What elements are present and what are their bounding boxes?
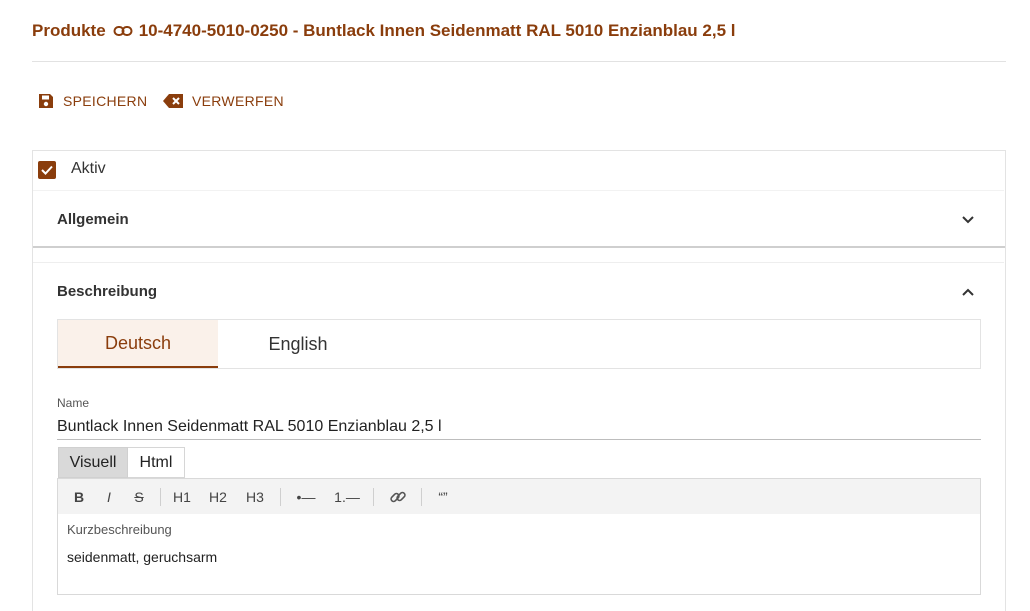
editor-tab-html[interactable]: Html xyxy=(128,447,185,478)
heading1-button[interactable]: H1 xyxy=(169,479,195,515)
checkmark-icon xyxy=(41,165,53,175)
header-divider xyxy=(32,61,1006,62)
name-input[interactable] xyxy=(57,415,981,440)
chevron-up-icon[interactable] xyxy=(961,284,975,302)
save-label: SPEICHERN xyxy=(63,93,148,109)
floppy-disk-icon xyxy=(39,94,53,108)
blockquote-button[interactable]: “” xyxy=(432,479,454,515)
section-description-border xyxy=(33,262,1004,263)
divider xyxy=(33,190,1004,191)
editor-placeholder: Kurzbeschreibung xyxy=(67,522,172,537)
discard-label: VERWERFEN xyxy=(192,93,284,109)
section-description-header[interactable]: Beschreibung xyxy=(57,283,157,300)
tab-deutsch[interactable]: Deutsch xyxy=(58,320,218,368)
italic-button[interactable]: I xyxy=(98,479,120,515)
breadcrumb-products[interactable]: Produkte xyxy=(32,21,106,41)
toolbar-separator xyxy=(421,488,422,506)
link-icon[interactable] xyxy=(113,24,133,38)
chevron-down-icon[interactable] xyxy=(961,212,975,230)
page-title: 10-4740-5010-0250 - Buntlack Innen Seide… xyxy=(138,21,736,40)
active-checkbox[interactable] xyxy=(38,161,56,179)
backspace-x-icon xyxy=(163,94,183,108)
discard-button[interactable]: VERWERFEN xyxy=(163,90,284,112)
editor-text[interactable]: seidenmatt, geruchsarm xyxy=(67,549,217,565)
toolbar-separator xyxy=(160,488,161,506)
ordered-list-button[interactable]: 1.— xyxy=(331,479,363,515)
heading2-button[interactable]: H2 xyxy=(205,479,231,515)
active-label: Aktiv xyxy=(71,160,106,177)
save-button[interactable]: SPEICHERN xyxy=(37,90,147,112)
link-button[interactable] xyxy=(387,479,409,515)
editor-tab-visual[interactable]: Visuell xyxy=(58,447,128,478)
editor-toolbar: B I S H1 H2 H3 •— 1.— “” xyxy=(57,478,981,516)
bullet-list-button[interactable]: •— xyxy=(292,479,320,515)
tab-english[interactable]: English xyxy=(218,320,378,368)
page-header: Produkte 10-4740-5010-0250 - Buntlack In… xyxy=(32,18,736,44)
link-icon xyxy=(390,491,406,503)
toolbar-separator xyxy=(280,488,281,506)
heading3-button[interactable]: H3 xyxy=(242,479,268,515)
section-general-header[interactable]: Allgemein xyxy=(57,211,129,228)
name-field-label: Name xyxy=(57,396,90,410)
strikethrough-button[interactable]: S xyxy=(128,479,150,515)
language-tabs: Deutsch English xyxy=(57,319,981,369)
toolbar-separator xyxy=(373,488,374,506)
bold-button[interactable]: B xyxy=(68,479,90,515)
section-general-border xyxy=(33,246,1005,248)
